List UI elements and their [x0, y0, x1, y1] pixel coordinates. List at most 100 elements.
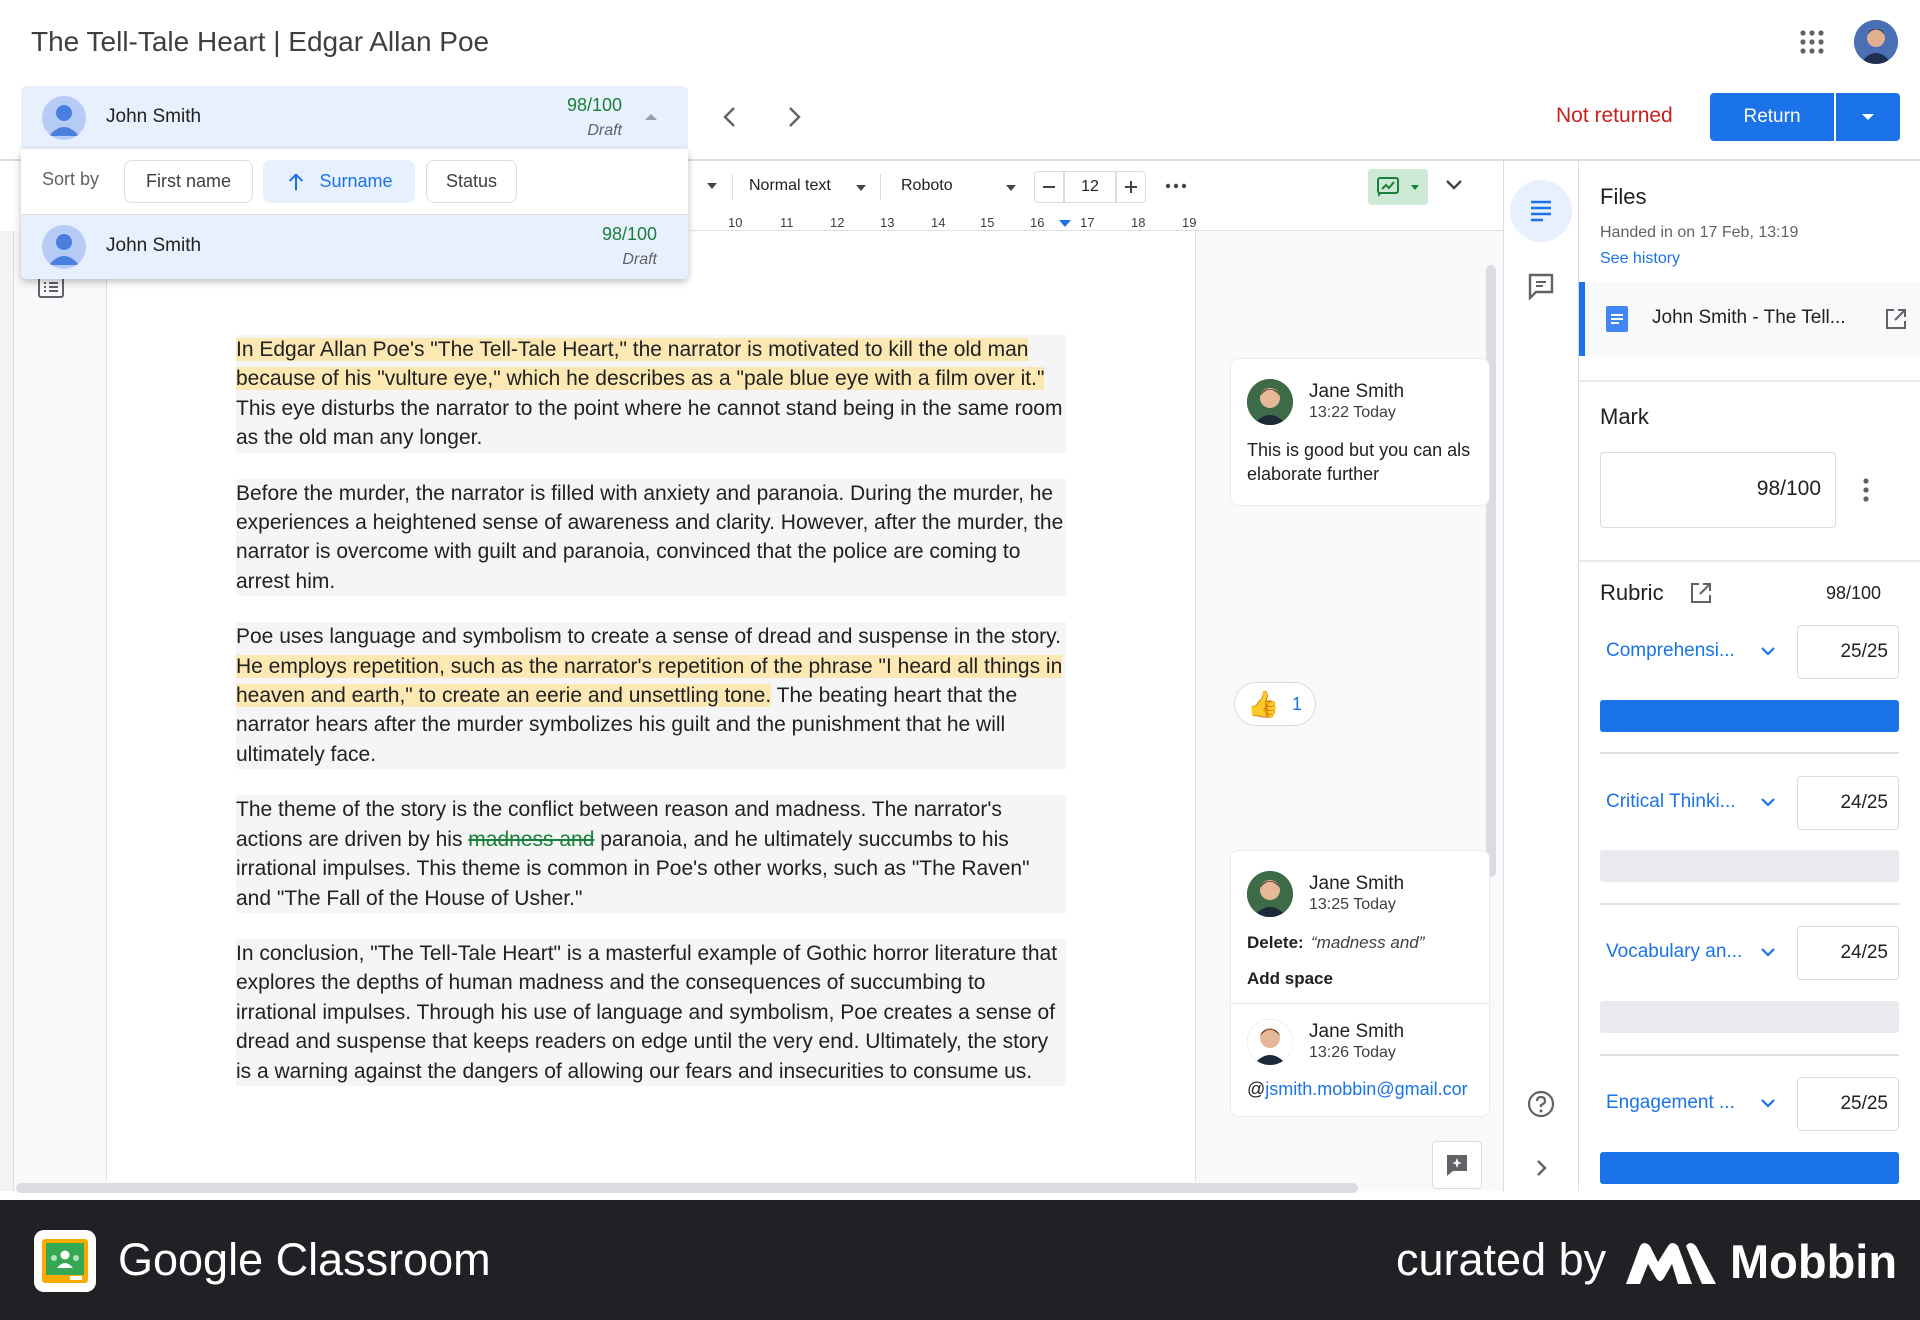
student-dropdown: Sort by First name Surname Status John S… — [21, 149, 688, 279]
document-title: The Tell-Tale Heart | Edgar Allan Poe — [31, 26, 490, 57]
dropdown-student-row[interactable]: John Smith 98/100 Draft — [21, 215, 688, 279]
vertical-scrollbar[interactable] — [1486, 265, 1496, 877]
mark-input[interactable]: 98/100 — [1600, 452, 1836, 528]
criterion-bar-fill — [1600, 1152, 1899, 1184]
rail-details-button[interactable] — [1510, 180, 1572, 242]
handed-in-text: Handed in on 17 Feb, 13:19 — [1600, 224, 1799, 241]
help-icon[interactable] — [1527, 1090, 1555, 1118]
ruler-label: 11 — [780, 215, 794, 230]
suggest-edit-icon — [1377, 177, 1399, 197]
decrease-font-button[interactable] — [1034, 171, 1064, 203]
paragraph-style-dropdown[interactable]: Normal text — [749, 177, 831, 195]
return-status: Not returned — [1556, 104, 1673, 127]
student-name: John Smith — [106, 106, 202, 127]
rubric-criterion[interactable]: Critical Thinki... — [1606, 791, 1736, 813]
mention-email[interactable]: jsmith.mobbin@gmail.cor — [1265, 1079, 1467, 1099]
account-avatar[interactable] — [1854, 20, 1898, 64]
attached-file[interactable]: John Smith - The Tell... — [1579, 282, 1920, 356]
ruler-label: 19 — [1182, 215, 1197, 230]
comment-time: 13:25 Today — [1309, 896, 1396, 913]
dropdown-student-name: John Smith — [106, 235, 202, 256]
highlighted-text[interactable]: In Edgar Allan Poe's "The Tell-Tale Hear… — [236, 338, 1045, 391]
text-run: Poe uses language and symbolism to creat… — [236, 625, 1061, 649]
collapse-icon[interactable] — [644, 113, 658, 121]
return-options-button[interactable] — [1836, 93, 1900, 141]
increase-font-button[interactable] — [1116, 171, 1146, 203]
dropdown-student-grade: 98/100 — [601, 224, 657, 244]
criterion-score[interactable]: 25/25 — [1797, 1077, 1899, 1131]
collapse-toolbar-icon[interactable] — [1444, 178, 1464, 192]
add-comment-button[interactable] — [1432, 1141, 1482, 1189]
previous-student-icon[interactable] — [720, 104, 740, 130]
ruler-label: 12 — [830, 215, 845, 230]
font-size-input[interactable]: 12 — [1064, 171, 1116, 203]
paragraph: Poe uses language and symbolism to creat… — [236, 622, 1066, 770]
suggestion-type: Delete: — [1247, 933, 1304, 952]
font-dropdown[interactable]: Roboto — [901, 177, 953, 195]
divider — [1231, 1003, 1489, 1004]
divider — [1600, 752, 1899, 754]
comments-icon[interactable] — [1527, 272, 1555, 300]
rubric-criterion[interactable]: Vocabulary an... — [1606, 941, 1742, 963]
mark-title: Mark — [1600, 404, 1649, 429]
open-rubric-icon[interactable] — [1690, 582, 1712, 604]
comment-card[interactable]: Jane Smith 13:22 Today This is good but … — [1230, 358, 1490, 506]
apps-grid-icon[interactable] — [1800, 30, 1824, 54]
ruler-label: 15 — [980, 215, 995, 230]
suggestion-card[interactable]: Jane Smith 13:25 Today Delete: “madness … — [1230, 850, 1490, 1117]
ruler-label: 10 — [728, 215, 743, 230]
caret-down-icon — [1411, 185, 1419, 190]
open-in-new-icon — [1886, 309, 1906, 329]
see-history-link[interactable]: See history — [1600, 250, 1680, 268]
footer-app-name: Google Classroom — [118, 1234, 491, 1285]
student-status: Draft — [587, 122, 622, 139]
mention-at: @ — [1247, 1079, 1266, 1099]
suggestion-text: “madness and” — [1311, 933, 1425, 952]
footer-curated-by: curated by — [1396, 1234, 1607, 1285]
criterion-bar — [1600, 850, 1899, 882]
student-selector[interactable]: John Smith 98/100 Draft — [21, 86, 688, 149]
chevron-down-icon[interactable] — [1760, 947, 1776, 957]
rubric-criterion[interactable]: Engagement ... — [1606, 1092, 1735, 1114]
details-icon — [1531, 200, 1551, 222]
divider — [1579, 380, 1920, 382]
files-title: Files — [1600, 184, 1647, 209]
next-student-icon[interactable] — [784, 104, 804, 130]
commenter-name: Jane Smith — [1309, 1021, 1405, 1042]
criterion-bar — [1600, 1001, 1899, 1033]
essay-content[interactable]: In Edgar Allan Poe's "The Tell-Tale Hear… — [236, 335, 1066, 1112]
criterion-bar-fill — [1600, 700, 1899, 732]
document-outline-icon[interactable] — [38, 276, 64, 298]
suggested-deletion[interactable]: madness and — [468, 828, 594, 851]
chevron-down-icon[interactable] — [1760, 797, 1776, 807]
more-options-icon[interactable] — [1165, 175, 1187, 197]
caret-down-icon — [1006, 185, 1016, 191]
return-button[interactable]: Return — [1710, 93, 1834, 141]
chevron-down-icon[interactable] — [1760, 1098, 1776, 1108]
student-grade: 98/100 — [566, 95, 622, 115]
suggesting-mode-button[interactable] — [1368, 169, 1428, 205]
sort-ascending-icon — [289, 172, 304, 190]
vertical-ruler — [0, 231, 14, 1191]
sort-surname-chip[interactable]: Surname — [263, 160, 415, 203]
criterion-score[interactable]: 24/25 — [1797, 926, 1899, 980]
sort-first-name-chip[interactable]: First name — [124, 160, 253, 203]
horizontal-scrollbar[interactable] — [16, 1183, 1358, 1193]
mark-more-icon[interactable] — [1862, 478, 1870, 502]
ruler-label: 17 — [1080, 215, 1095, 230]
mark-value: 98/100 — [1756, 477, 1821, 500]
sort-status-chip[interactable]: Status — [426, 160, 517, 203]
rubric-total: 98/100 — [1826, 583, 1882, 603]
reaction-chip[interactable]: 👍 1 — [1234, 682, 1316, 726]
google-classroom-logo — [34, 1230, 96, 1292]
comment-time: 13:26 Today — [1309, 1044, 1396, 1061]
rubric-criterion[interactable]: Comprehensi... — [1606, 640, 1735, 662]
criterion-score[interactable]: 25/25 — [1797, 625, 1899, 679]
chevron-down-icon[interactable] — [1760, 646, 1776, 656]
criterion-score[interactable]: 24/25 — [1797, 776, 1899, 830]
expand-rail-icon[interactable] — [1535, 1158, 1549, 1178]
sort-surname-label: Surname — [319, 171, 393, 191]
comment-text: This is good but you can als — [1247, 440, 1471, 460]
divider — [1600, 903, 1899, 905]
add-comment-icon — [1447, 1155, 1467, 1176]
